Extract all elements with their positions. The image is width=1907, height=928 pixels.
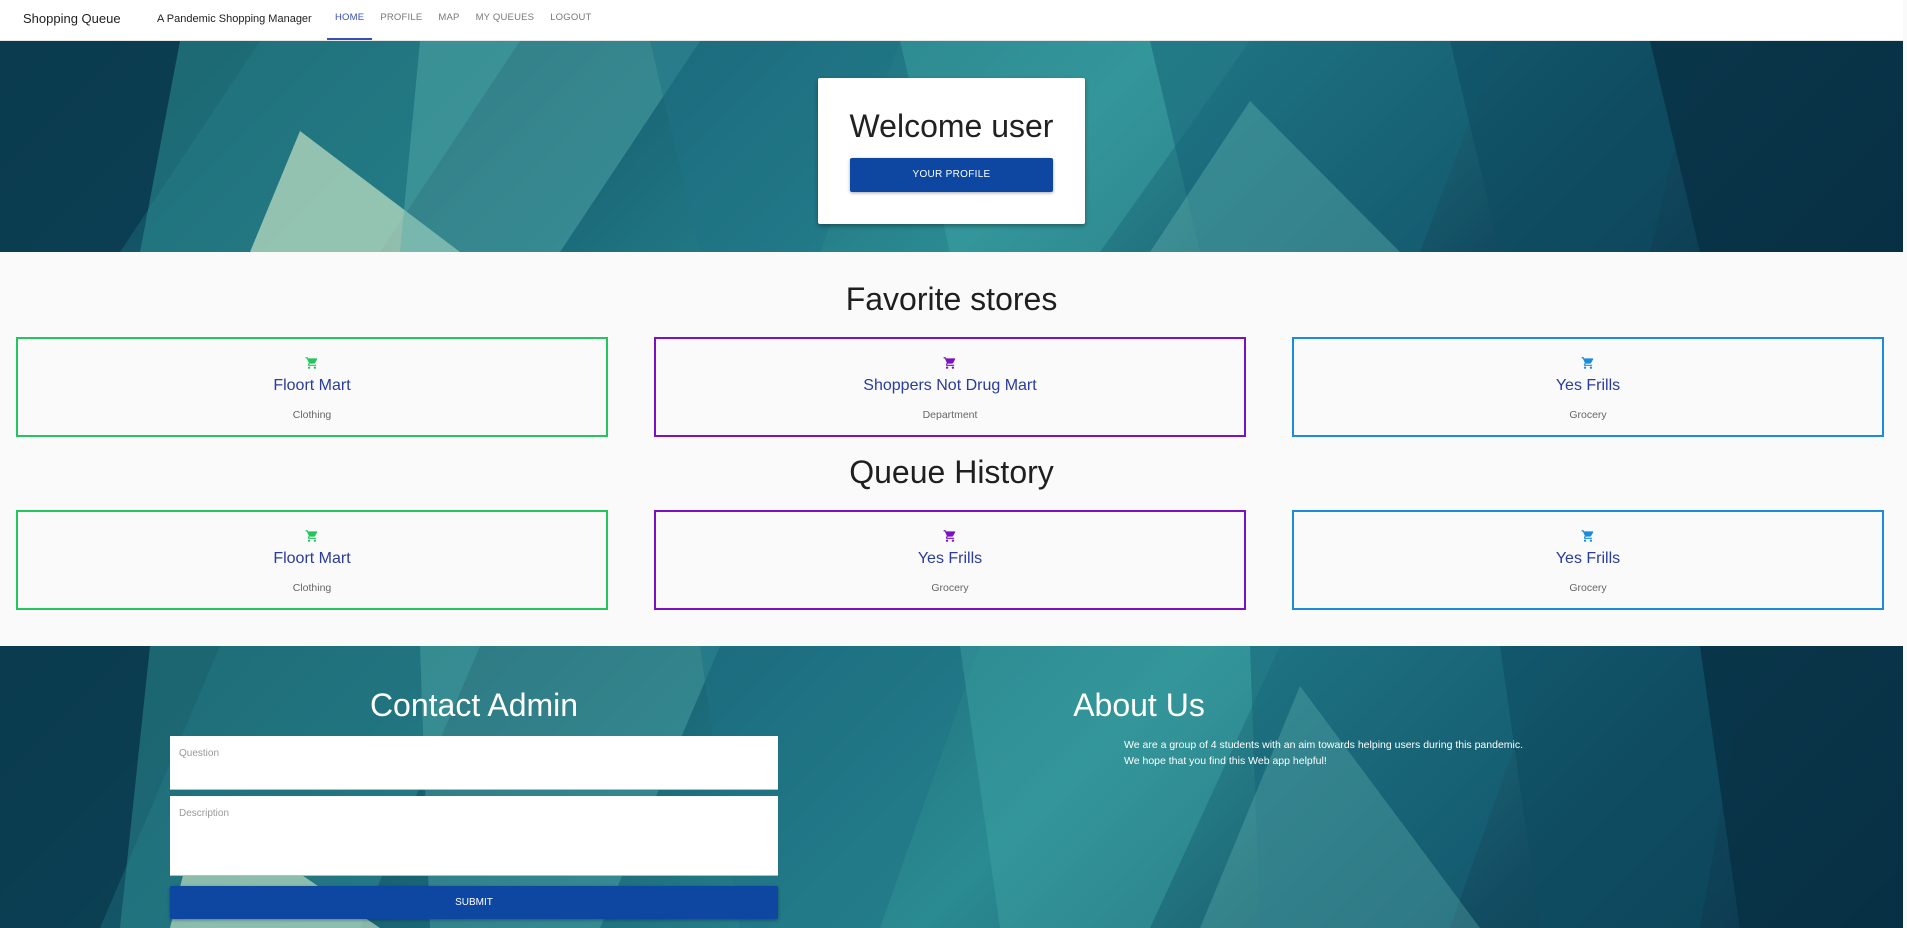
footer-banner: Contact Admin Question Description SUBMI… [0, 646, 1903, 928]
description-field[interactable]: Description [170, 796, 778, 876]
store-category: Department [922, 409, 978, 421]
nav-tabs: HOME PROFILE MAP MY QUEUES LOGOUT [327, 0, 600, 40]
favorite-store-card[interactable]: Floort Mart Clothing [16, 337, 608, 437]
store-name: Shoppers Not Drug Mart [863, 377, 1037, 394]
store-category: Clothing [292, 582, 332, 594]
store-name: Yes Frills [917, 550, 983, 567]
about-us-line: We are a group of 4 students with an aim… [1124, 739, 1524, 751]
contact-admin-heading: Contact Admin [369, 687, 579, 723]
about-us-line: We hope that you find this Web app helpf… [1124, 755, 1327, 767]
cart-icon [18, 356, 606, 375]
history-store-card[interactable]: Floort Mart Clothing [16, 510, 608, 610]
cart-icon [18, 529, 606, 548]
question-placeholder: Question [179, 748, 220, 759]
favorite-store-card[interactable]: Yes Frills Grocery [1292, 337, 1884, 437]
cart-icon [1294, 529, 1882, 548]
history-store-card[interactable]: Yes Frills Grocery [1292, 510, 1884, 610]
store-name: Floort Mart [273, 377, 351, 394]
cart-icon [656, 356, 1244, 375]
about-us-text: We are a group of 4 students with an aim… [1124, 737, 1523, 769]
brand-tagline: A Pandemic Shopping Manager [157, 13, 312, 25]
store-name: Yes Frills [1555, 377, 1621, 394]
top-navbar: Shopping Queue A Pandemic Shopping Manag… [0, 0, 1903, 41]
tab-my-queues[interactable]: MY QUEUES [468, 0, 543, 40]
history-store-card[interactable]: Yes Frills Grocery [654, 510, 1246, 610]
cart-icon [656, 529, 1244, 548]
about-us-heading: About Us [1073, 687, 1734, 724]
question-field[interactable]: Question [170, 736, 778, 790]
your-profile-button[interactable]: YOUR PROFILE [850, 158, 1053, 192]
welcome-heading: Welcome user [849, 108, 1054, 144]
store-name: Floort Mart [273, 550, 351, 567]
description-placeholder: Description [179, 808, 230, 819]
queue-history-heading: Queue History [849, 454, 1054, 490]
welcome-card: Welcome user YOUR PROFILE [818, 78, 1085, 224]
store-name: Yes Frills [1555, 550, 1621, 567]
store-category: Grocery [931, 582, 969, 594]
about-us-title: About Us [1073, 687, 1205, 723]
store-category: Clothing [292, 409, 332, 421]
favorite-store-card[interactable]: Shoppers Not Drug Mart Department [654, 337, 1246, 437]
tab-profile[interactable]: PROFILE [372, 0, 430, 40]
tab-logout[interactable]: LOGOUT [542, 0, 599, 40]
cart-icon [1294, 356, 1882, 375]
brand-title[interactable]: Shopping Queue [23, 11, 121, 26]
favorites-heading: Favorite stores [845, 281, 1058, 317]
store-category: Grocery [1569, 409, 1607, 421]
hero-banner: Welcome user YOUR PROFILE [0, 41, 1903, 252]
store-category: Grocery [1569, 582, 1607, 594]
submit-button[interactable]: SUBMIT [170, 886, 778, 919]
tab-map[interactable]: MAP [430, 0, 467, 40]
tab-home[interactable]: HOME [327, 0, 373, 40]
